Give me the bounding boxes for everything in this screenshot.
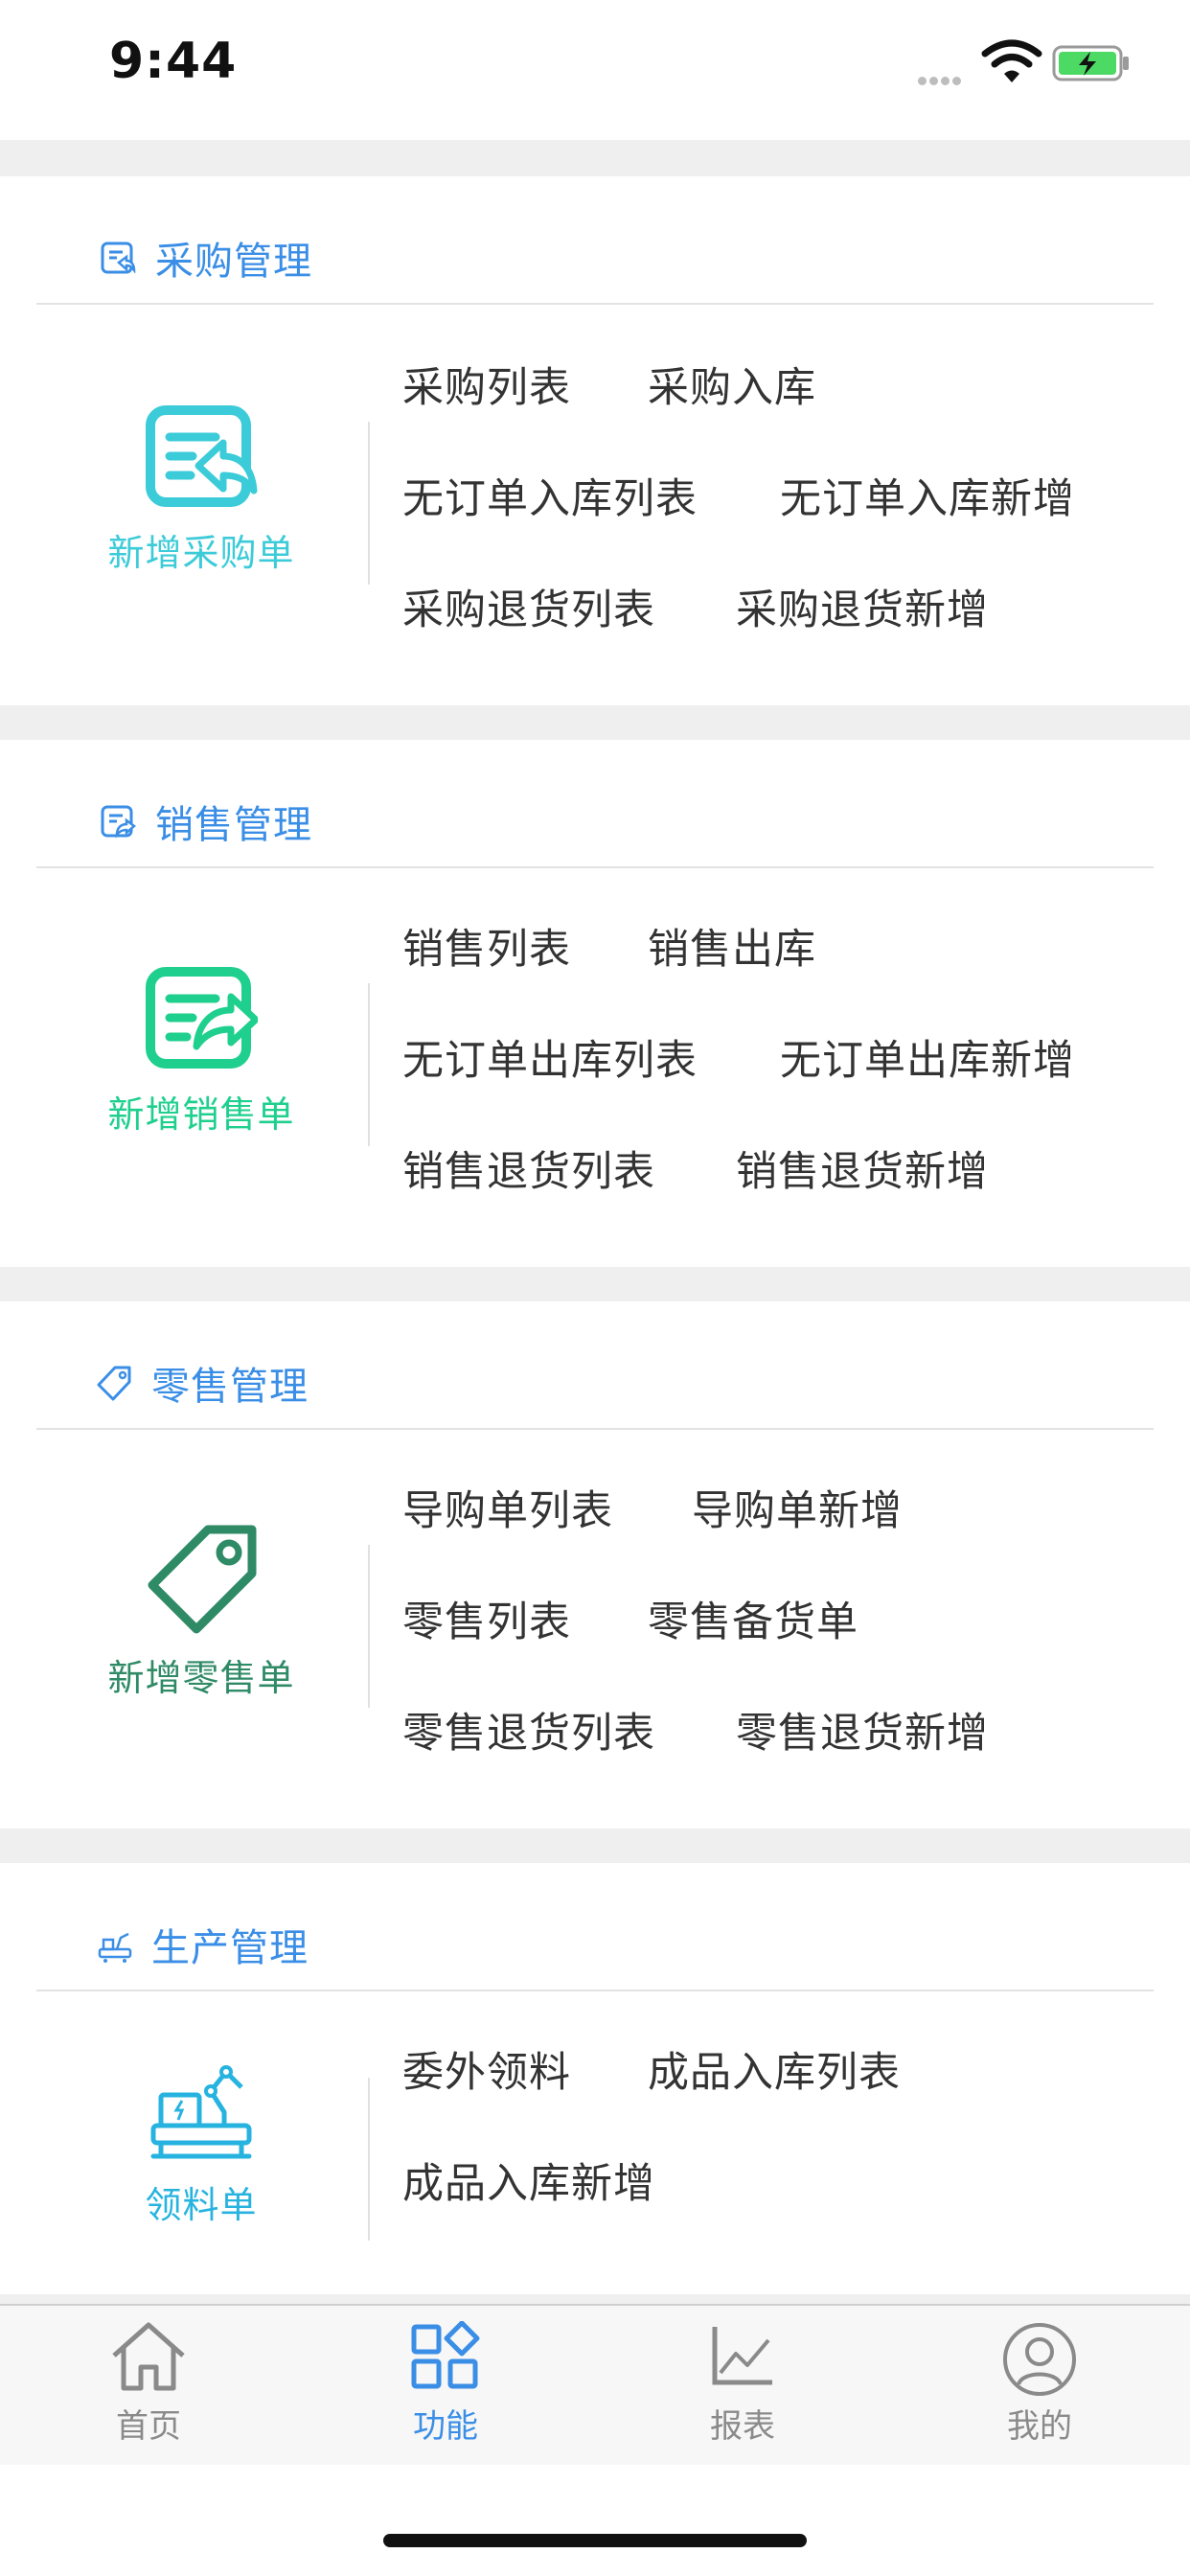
- section-production: 生产管理 领料单 委外领料 成品入库列表 成品入库新增: [0, 1863, 1190, 2294]
- status-bar: 9:44: [0, 0, 1190, 140]
- new-purchase-order-button[interactable]: 新增采购单: [36, 404, 366, 576]
- section-header: 生产管理: [36, 1863, 1154, 1991]
- tab-label: 功能: [413, 2407, 478, 2446]
- vertical-divider: [368, 2078, 370, 2241]
- section-header: 零售管理: [36, 1301, 1154, 1430]
- link-retail-return-new[interactable]: 零售退货新增: [736, 1700, 989, 1760]
- user-icon: [1003, 2323, 1076, 2396]
- link-sales-outbound[interactable]: 销售出库: [648, 916, 816, 976]
- tab-functions[interactable]: 功能: [350, 2321, 541, 2447]
- link-purchase-return-list[interactable]: 采购退货列表: [402, 577, 655, 636]
- section-sales: 销售管理 新增销售单 销售列表 销售出库 无订单出库列表 无订单出库新增 销售退…: [0, 740, 1190, 1267]
- section-header: 采购管理: [36, 176, 1154, 305]
- link-guide-order-new[interactable]: 导购单新增: [692, 1478, 903, 1537]
- home-indicator: [383, 2534, 807, 2547]
- retail-links: 导购单列表 导购单新增 零售列表 零售备货单 零售退货列表 零售退货新增: [402, 1478, 1154, 1811]
- link-finished-goods-inbound-new[interactable]: 成品入库新增: [402, 2150, 655, 2210]
- battery-icon: [1052, 45, 1129, 81]
- new-sales-order-button[interactable]: 新增销售单: [36, 966, 366, 1138]
- section-gap: [0, 140, 1190, 176]
- section-title: 生产管理: [151, 1926, 309, 1970]
- link-retail-return-list[interactable]: 零售退货列表: [402, 1700, 655, 1760]
- new-retail-order-label: 新增零售单: [107, 1657, 295, 1699]
- link-purchase-return-new[interactable]: 采购退货新增: [736, 577, 989, 636]
- section-gap: [0, 1267, 1190, 1301]
- tab-bar: 首页 功能 报表 我的: [0, 2304, 1190, 2465]
- link-no-order-outbound-new[interactable]: 无订单出库新增: [780, 1027, 1075, 1087]
- link-finished-goods-inbound-list[interactable]: 成品入库列表: [648, 2039, 901, 2099]
- home-icon: [112, 2322, 185, 2391]
- section-title: 销售管理: [155, 803, 312, 847]
- section-gap: [0, 705, 1190, 740]
- link-guide-order-list[interactable]: 导购单列表: [402, 1478, 613, 1537]
- link-no-order-outbound-list[interactable]: 无订单出库列表: [402, 1027, 698, 1087]
- section-purchase: 采购管理 新增采购单 采购列表 采购入库 无订单入库列表 无订单入库新增 采购退…: [0, 176, 1190, 705]
- section-retail: 零售管理 新增零售单 导购单列表 导购单新增 零售列表 零售备货单 零售退货列表…: [0, 1301, 1190, 1828]
- material-requisition-button[interactable]: 领料单: [36, 2062, 366, 2228]
- purchase-order-icon: [146, 405, 258, 507]
- wifi-icon: [981, 39, 1042, 82]
- section-title: 采购管理: [155, 240, 312, 284]
- link-no-order-inbound-new[interactable]: 无订单入库新增: [780, 466, 1075, 525]
- link-retail-stock-order[interactable]: 零售备货单: [648, 1589, 858, 1648]
- material-requisition-label: 领料单: [145, 2184, 258, 2226]
- sales-links: 销售列表 销售出库 无订单出库列表 无订单出库新增 销售退货列表 销售退货新增: [402, 916, 1154, 1250]
- retail-tag-icon: [148, 1525, 257, 1634]
- tab-label: 首页: [116, 2407, 181, 2446]
- section-gap: [0, 2294, 1190, 2304]
- link-sales-return-new[interactable]: 销售退货新增: [736, 1138, 989, 1198]
- grid-icon: [411, 2321, 480, 2389]
- link-retail-list[interactable]: 零售列表: [402, 1589, 571, 1648]
- new-retail-order-button[interactable]: 新增零售单: [36, 1524, 366, 1701]
- tab-home[interactable]: 首页: [53, 2321, 244, 2447]
- sales-doc-icon: [101, 805, 136, 839]
- link-purchase-inbound[interactable]: 采购入库: [648, 355, 816, 414]
- tag-icon: [97, 1366, 131, 1401]
- tab-reports[interactable]: 报表: [647, 2321, 838, 2447]
- vertical-divider: [368, 1545, 370, 1708]
- production-line-icon: [98, 1932, 132, 1963]
- vertical-divider: [368, 422, 370, 585]
- signal-icon: [918, 71, 964, 89]
- vertical-divider: [368, 983, 370, 1146]
- link-purchase-list[interactable]: 采购列表: [402, 355, 571, 414]
- status-time: 9:44: [109, 33, 238, 90]
- chart-icon: [712, 2327, 772, 2385]
- tab-label: 我的: [1007, 2407, 1072, 2446]
- robot-arm-icon: [150, 2065, 252, 2159]
- new-sales-order-label: 新增销售单: [107, 1093, 295, 1136]
- link-sales-list[interactable]: 销售列表: [402, 916, 571, 976]
- tab-mine[interactable]: 我的: [944, 2321, 1135, 2447]
- link-no-order-inbound-list[interactable]: 无订单入库列表: [402, 466, 698, 525]
- purchase-links: 采购列表 采购入库 无订单入库列表 无订单入库新增 采购退货列表 采购退货新增: [402, 355, 1154, 688]
- link-outsource-material[interactable]: 委外领料: [402, 2039, 571, 2099]
- production-links: 委外领料 成品入库列表 成品入库新增: [402, 2039, 1154, 2262]
- section-header: 销售管理: [36, 740, 1154, 868]
- sales-order-icon: [146, 967, 258, 1069]
- link-sales-return-list[interactable]: 销售退货列表: [402, 1138, 655, 1198]
- purchase-doc-icon: [101, 242, 136, 274]
- section-title: 零售管理: [151, 1365, 309, 1409]
- new-purchase-order-label: 新增采购单: [107, 532, 295, 574]
- tab-label: 报表: [710, 2407, 775, 2446]
- section-gap: [0, 1828, 1190, 1863]
